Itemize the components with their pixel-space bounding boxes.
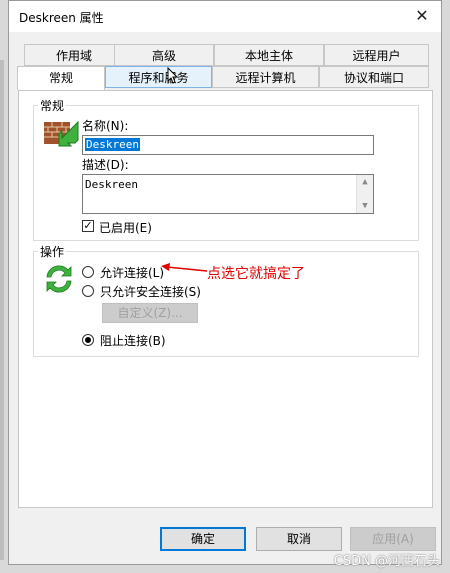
secure-connection-label: 只允许安全连接(S) xyxy=(100,285,201,299)
tab-programs-services[interactable]: 程序和服务 xyxy=(105,66,212,88)
description-field[interactable]: Deskreen ▲ ▼ xyxy=(82,174,374,214)
name-field-value: Deskreen xyxy=(85,138,140,151)
block-connection-label: 阻止连接(B) xyxy=(100,334,166,348)
window-title: Deskreen 属性 xyxy=(19,11,104,25)
ok-button[interactable]: 确定 xyxy=(160,527,246,551)
action-group-label: 操作 xyxy=(38,243,67,260)
mouse-cursor-icon xyxy=(167,67,179,84)
tab-general[interactable]: 常规 xyxy=(17,66,105,90)
annotation-text: 点选它就搞定了 xyxy=(207,266,305,282)
background-strip xyxy=(0,60,4,560)
cancel-button[interactable]: 取消 xyxy=(256,527,342,551)
tab-scope[interactable]: 作用域 xyxy=(24,44,124,66)
tab-remote-users[interactable]: 远程用户 xyxy=(324,44,429,66)
general-group-label: 常规 xyxy=(38,97,67,114)
name-field[interactable]: Deskreen xyxy=(82,135,374,155)
description-label: 描述(D): xyxy=(82,158,129,172)
description-field-value: Deskreen xyxy=(85,178,138,191)
scroll-up-icon[interactable]: ▲ xyxy=(357,177,373,187)
allow-connection-radio[interactable] xyxy=(82,266,94,278)
tab-remote-computers[interactable]: 远程计算机 xyxy=(212,66,319,88)
properties-dialog: Deskreen 属性 ✕ 作用域 高级 本地主体 远程用户 常规 程序和服务 … xyxy=(8,0,442,565)
tab-advanced[interactable]: 高级 xyxy=(114,44,214,66)
name-label: 名称(N): xyxy=(82,119,129,133)
enabled-label: 已启用(E) xyxy=(99,221,152,235)
description-scrollbar[interactable]: ▲ ▼ xyxy=(356,175,373,213)
tab-panel-general: 常规 名称(N): Deskreen 描述(D): Deskreen ▲ ▼ ✓… xyxy=(18,90,433,508)
refresh-arrows-icon xyxy=(46,265,72,293)
close-icon[interactable]: ✕ xyxy=(411,5,433,27)
watermark: CSDN @河西石头 xyxy=(333,554,440,569)
block-connection-radio[interactable] xyxy=(82,334,94,346)
tab-protocols-ports[interactable]: 协议和端口 xyxy=(319,66,429,88)
enabled-checkbox[interactable]: ✓ xyxy=(82,220,94,232)
title-bar: Deskreen 属性 ✕ xyxy=(9,1,441,32)
secure-connection-radio[interactable] xyxy=(82,285,94,297)
allow-connection-label: 允许连接(L) xyxy=(100,266,165,280)
annotation-arrow xyxy=(161,263,208,272)
apply-button[interactable]: 应用(A) xyxy=(350,527,436,551)
scroll-down-icon[interactable]: ▼ xyxy=(357,201,373,211)
customize-button[interactable]: 自定义(Z)... xyxy=(102,303,198,323)
tab-local-principals[interactable]: 本地主体 xyxy=(214,44,324,66)
firewall-icon xyxy=(44,120,79,147)
general-group: 常规 名称(N): Deskreen 描述(D): Deskreen ▲ ▼ ✓… xyxy=(33,97,419,241)
